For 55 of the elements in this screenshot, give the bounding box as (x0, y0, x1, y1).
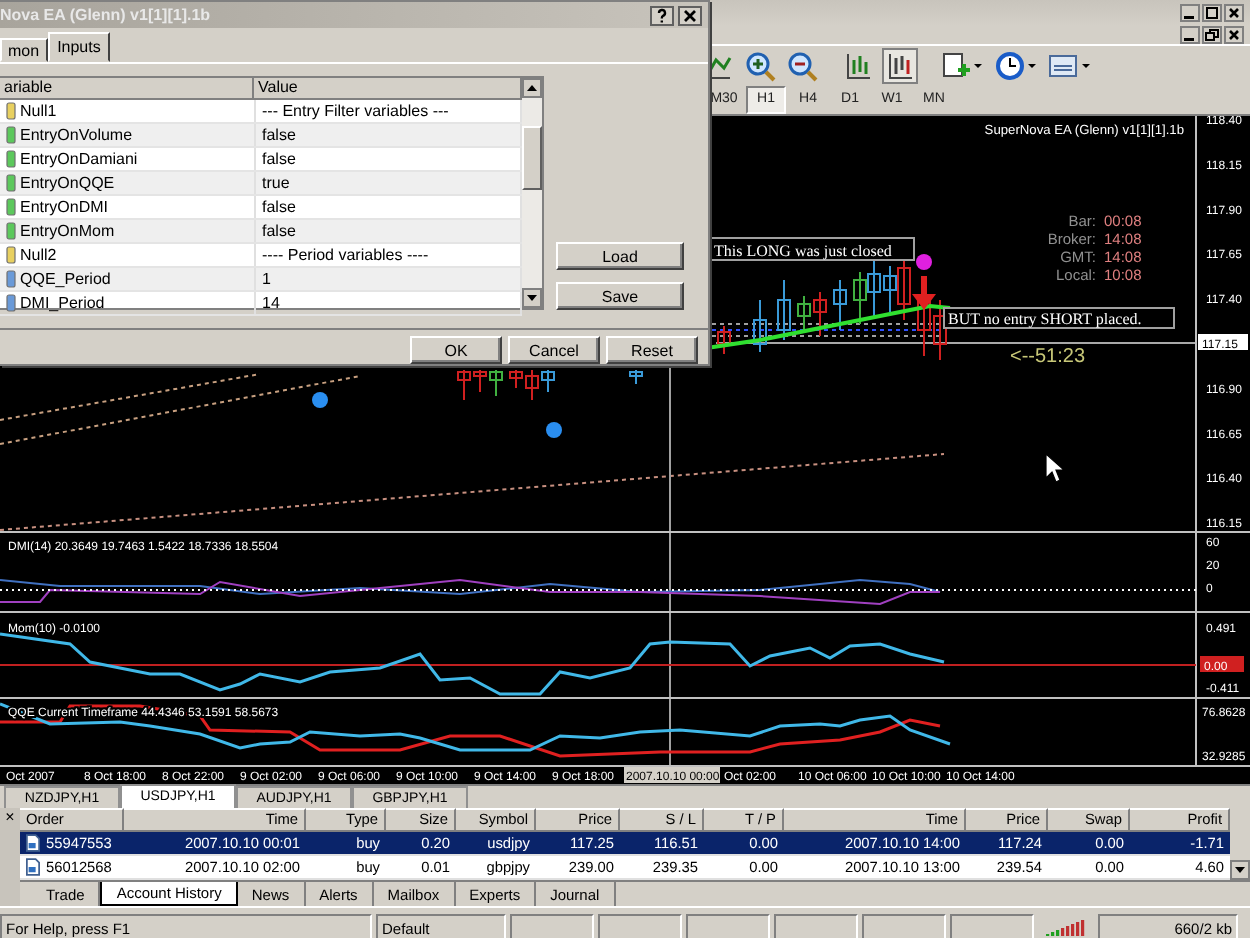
close-icon[interactable] (678, 5, 702, 25)
variable-cell[interactable]: EntryOnQQE (0, 172, 256, 194)
variable-cell[interactable]: EntryOnDMI (0, 196, 256, 218)
signal-dot (916, 254, 932, 270)
scrollbar[interactable] (1230, 808, 1250, 880)
close-icon[interactable] (1224, 26, 1244, 44)
scroll-down-icon[interactable] (522, 288, 542, 308)
column-header[interactable]: ariable (0, 78, 254, 98)
dialog-button[interactable]: Reset (606, 336, 698, 364)
status-panel (510, 913, 594, 938)
variable-cell[interactable]: Null1 (0, 100, 256, 122)
restore-icon[interactable] (1202, 26, 1222, 44)
close-icon[interactable] (1224, 4, 1244, 22)
variable-cell[interactable]: Null2 (0, 244, 256, 266)
zoom-in-icon[interactable] (742, 47, 778, 83)
status-panel (686, 913, 770, 938)
clock-icon[interactable] (992, 47, 1040, 83)
maximize-icon[interactable] (1202, 4, 1222, 22)
zoom-out-icon[interactable] (784, 47, 820, 83)
variable-cell[interactable]: EntryOnVolume (0, 124, 256, 146)
countdown-text: <--51:23 (1010, 346, 1086, 368)
close-button[interactable]: × (5, 808, 15, 826)
document-icon (26, 834, 40, 852)
help-icon[interactable] (650, 5, 674, 25)
signal-dot (312, 392, 328, 408)
dialog-tab[interactable]: Inputs (47, 32, 111, 62)
mouse-cursor-icon (1045, 452, 1066, 483)
status-panel (774, 913, 858, 938)
dialog-button[interactable]: Cancel (508, 336, 600, 364)
annotation-label: This LONG was just closed (709, 237, 915, 261)
scroll-down-icon[interactable] (1230, 860, 1250, 880)
variable-cell[interactable]: EntryOnMom (0, 220, 256, 242)
variable-cell[interactable]: QQE_Period (0, 268, 256, 290)
status-panel (950, 913, 1034, 938)
dialog-button[interactable]: Load (556, 242, 684, 270)
variable-cell[interactable]: EntryOnDamiani (0, 148, 256, 170)
scroll-up-icon[interactable] (522, 78, 542, 98)
status-panel (862, 913, 946, 938)
connection-bars-icon (1046, 917, 1086, 935)
dialog-tab[interactable]: mon (0, 38, 48, 62)
minimize-icon[interactable] (1180, 26, 1200, 44)
document-icon (26, 858, 40, 876)
add-indicator-icon[interactable] (938, 47, 986, 83)
dialog-button[interactable]: OK (410, 336, 502, 364)
status-panel (598, 913, 682, 938)
signal-dot (546, 422, 562, 438)
dialog-title: Nova EA (Glenn) v1[1][1].1b (0, 6, 213, 24)
bar-chart-icon[interactable] (882, 47, 918, 83)
minimize-icon[interactable] (1180, 4, 1200, 22)
scrollbar-thumb[interactable] (522, 126, 542, 190)
scrollbar[interactable] (522, 78, 542, 308)
sell-arrow-icon (912, 276, 936, 310)
annotation-label: BUT no entry SHORT placed. (943, 307, 1175, 329)
variable-cell[interactable]: DMI_Period (0, 292, 256, 314)
dialog-button[interactable]: Save (556, 282, 684, 310)
